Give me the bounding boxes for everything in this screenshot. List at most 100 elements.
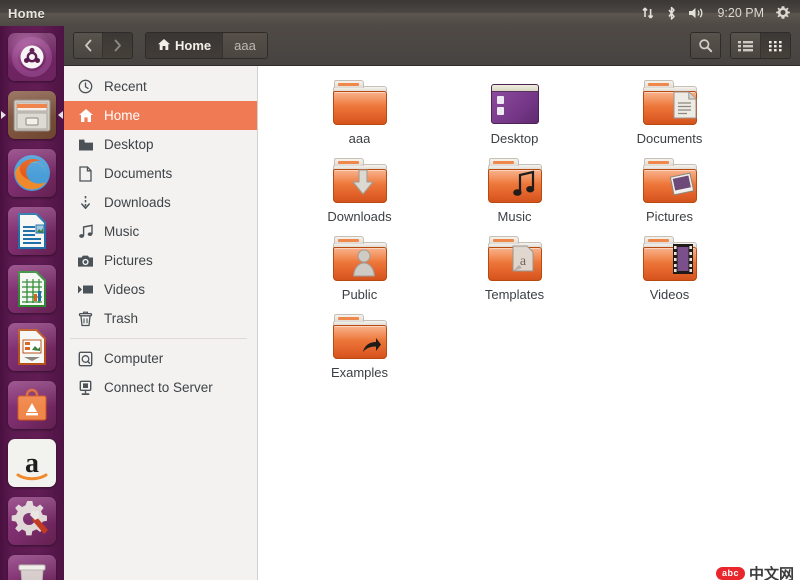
- folder-icon: [77, 136, 94, 153]
- file-label: Templates: [485, 287, 544, 302]
- file-item-downloads[interactable]: Downloads: [282, 158, 437, 236]
- sidebar-item-connect-to-server[interactable]: Connect to Server: [64, 373, 257, 402]
- launcher-item-libreoffice-calc[interactable]: [0, 260, 64, 318]
- film-strip-emblem-icon: [672, 243, 694, 280]
- launcher-item-trash[interactable]: [0, 550, 64, 580]
- search-button[interactable]: [691, 33, 720, 58]
- grid-view-button[interactable]: [761, 33, 790, 58]
- file-item-templates[interactable]: a Templates: [437, 236, 592, 314]
- file-item-aaa[interactable]: aaa: [282, 80, 437, 158]
- file-item-examples[interactable]: Examples: [282, 314, 437, 392]
- file-label: Videos: [650, 287, 690, 302]
- top-panel: Home 9:20 PM: [0, 0, 800, 26]
- file-item-public[interactable]: Public: [282, 236, 437, 314]
- sidebar-item-label: Recent: [104, 80, 147, 94]
- file-label: aaa: [349, 131, 371, 146]
- panel-window-title: Home: [8, 6, 45, 21]
- file-label: Documents: [637, 131, 703, 146]
- breadcrumb-label: Home: [175, 38, 211, 53]
- file-label: Desktop: [491, 131, 539, 146]
- system-tray: 9:20 PM: [641, 0, 800, 26]
- file-label: Public: [342, 287, 377, 302]
- sidebar-item-downloads[interactable]: Downloads: [64, 188, 257, 217]
- sidebar-item-recent[interactable]: Recent: [64, 72, 257, 101]
- sidebar-item-label: Desktop: [104, 138, 154, 152]
- file-item-desktop[interactable]: Desktop: [437, 80, 592, 158]
- person-emblem-icon: [352, 247, 376, 282]
- amazon-icon: a: [8, 439, 56, 487]
- breadcrumb-item-aaa[interactable]: aaa: [223, 33, 267, 58]
- trash-icon: [77, 310, 94, 327]
- watermark: abc 中文网: [716, 563, 794, 580]
- sidebar-item-label: Home: [104, 109, 140, 123]
- sidebar-item-trash[interactable]: Trash: [64, 304, 257, 333]
- nav-button-group: [73, 32, 133, 59]
- sidebar-item-videos[interactable]: Videos: [64, 275, 257, 304]
- network-updown-icon[interactable]: [641, 0, 655, 26]
- sidebar-item-computer[interactable]: Computer: [64, 344, 257, 373]
- launcher-item-ubuntu-software-center[interactable]: [0, 376, 64, 434]
- launcher-item-firefox[interactable]: [0, 144, 64, 202]
- libreoffice-impress-icon: [8, 323, 56, 371]
- breadcrumb: Home aaa: [145, 32, 268, 59]
- sidebar-item-label: Music: [104, 225, 139, 239]
- download-arrow-icon: [77, 194, 94, 211]
- file-grid-view[interactable]: aaa Desktop: [258, 66, 800, 580]
- file-manager-window: Home aaa: [64, 26, 800, 580]
- camera-icon: [77, 252, 94, 269]
- breadcrumb-label: aaa: [234, 38, 256, 53]
- sidebar-item-label: Computer: [104, 352, 163, 366]
- launcher-item-system-settings[interactable]: [0, 492, 64, 550]
- bluetooth-icon[interactable]: [666, 0, 677, 26]
- file-item-videos[interactable]: Videos: [592, 236, 747, 314]
- clock-icon: [77, 78, 94, 95]
- software-center-icon: [8, 381, 56, 429]
- file-label: Pictures: [646, 209, 693, 224]
- sidebar-item-music[interactable]: Music: [64, 217, 257, 246]
- file-label: Examples: [331, 365, 388, 380]
- symlink-arrow-emblem-icon: [362, 336, 382, 359]
- back-button[interactable]: [74, 33, 103, 58]
- launcher-item-libreoffice-impress[interactable]: [0, 318, 64, 376]
- folder-videos-icon: [643, 236, 697, 284]
- watermark-pill: abc: [716, 567, 745, 580]
- places-sidebar: Recent Home Desktop: [64, 66, 258, 580]
- list-view-button[interactable]: [731, 33, 761, 58]
- svg-text:a: a: [519, 254, 526, 269]
- document-emblem-icon: [672, 90, 698, 125]
- folder-pictures-icon: [643, 158, 697, 206]
- music-note-emblem-icon: [512, 169, 536, 202]
- template-emblem-icon: a: [510, 244, 536, 279]
- sidebar-item-desktop[interactable]: Desktop: [64, 130, 257, 159]
- sidebar-item-pictures[interactable]: Pictures: [64, 246, 257, 275]
- sidebar-separator: [70, 338, 247, 339]
- launcher-item-files-nautilus[interactable]: [0, 86, 64, 144]
- volume-icon[interactable]: [688, 0, 706, 26]
- sidebar-item-documents[interactable]: Documents: [64, 159, 257, 188]
- folder-templates-icon: a: [488, 236, 542, 284]
- gear-icon[interactable]: [775, 0, 791, 26]
- sidebar-item-label: Trash: [104, 312, 138, 326]
- file-item-music[interactable]: Music: [437, 158, 592, 236]
- launcher-item-amazon[interactable]: a: [0, 434, 64, 492]
- sidebar-item-label: Connect to Server: [104, 381, 213, 395]
- ubuntu-dash-icon: [8, 33, 56, 81]
- svg-text:a: a: [25, 448, 39, 479]
- libreoffice-calc-icon: [8, 265, 56, 313]
- search-button-group: [690, 32, 721, 59]
- panel-clock[interactable]: 9:20 PM: [717, 0, 764, 26]
- film-icon: [77, 281, 94, 298]
- sidebar-item-home[interactable]: Home: [64, 101, 257, 130]
- forward-button[interactable]: [103, 33, 132, 58]
- file-label: Music: [498, 209, 532, 224]
- breadcrumb-item-home[interactable]: Home: [146, 33, 223, 58]
- file-item-pictures[interactable]: Pictures: [592, 158, 747, 236]
- launcher-item-libreoffice-writer[interactable]: [0, 202, 64, 260]
- launcher-item-ubuntu-dash[interactable]: [0, 28, 64, 86]
- folder-music-icon: [488, 158, 542, 206]
- trash-icon: [8, 555, 56, 580]
- sidebar-item-label: Videos: [104, 283, 145, 297]
- folder-icon: [333, 80, 387, 128]
- file-item-documents[interactable]: Documents: [592, 80, 747, 158]
- music-note-icon: [77, 223, 94, 240]
